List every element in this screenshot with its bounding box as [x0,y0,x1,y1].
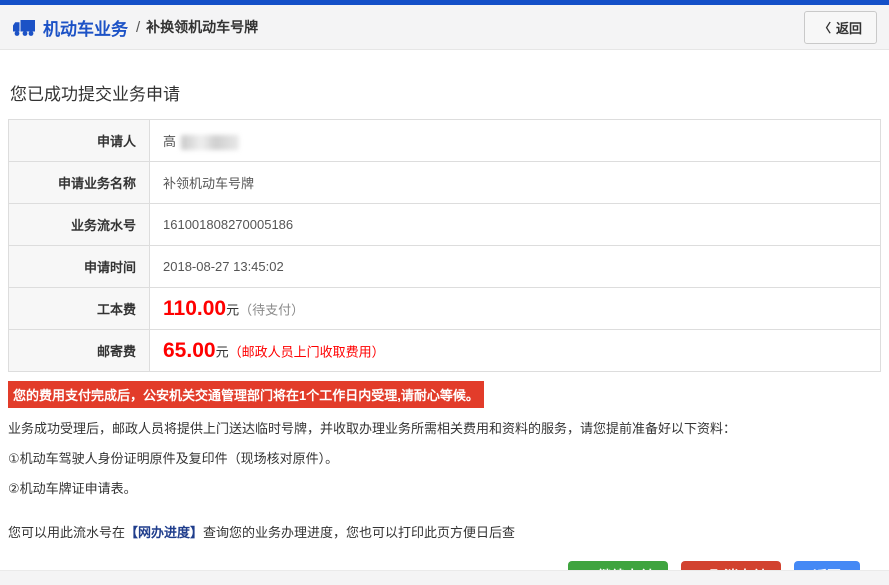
requirement-item-1: ①机动车驾驶人身份证明原件及复印件（现场核对原件）。 [8,444,881,474]
table-row-apply-time: 申请时间 2018-08-27 13:45:02 [9,246,881,288]
fee-unit: 元 [226,302,239,317]
name-redaction-blur [181,135,239,150]
truck-icon [12,18,36,37]
row-value: 161001808270005186 [150,204,881,246]
section-title: 机动车业务 [43,15,128,40]
row-value: 高 [150,120,881,162]
fee-unit: 元 [216,344,229,359]
page-header: 机动车业务 / 补换领机动车号牌 〈 返回 [0,5,889,50]
back-button-label: 返回 [836,18,862,37]
requirement-item-2: ②机动车牌证申请表。 [8,474,881,504]
table-row-business-name: 申请业务名称 补领机动车号牌 [9,162,881,204]
fee-note: （待支付） [239,302,304,317]
applicant-name: 高 [163,134,176,149]
row-label: 业务流水号 [9,204,150,246]
progress-link[interactable]: 【网办进度】 [125,525,203,540]
notice-banner: 您的费用支付完成后，公安机关交通管理部门将在1个工作日内受理,请耐心等候。 [8,381,484,408]
fee-note: （邮政人员上门收取费用） [229,344,385,359]
row-value: 2018-08-27 13:45:02 [150,246,881,288]
progress-text-prefix: 您可以用此流水号在 [8,525,125,540]
breadcrumb-current: 补换领机动车号牌 [146,17,258,37]
application-info-table: 申请人 高 申请业务名称 补领机动车号牌 业务流水号 1610018082700… [8,119,881,372]
intro-paragraph: 业务成功受理后，邮政人员将提供上门送达临时号牌，并收取办理业务所需相关费用和资料… [8,414,881,444]
row-label: 工本费 [9,288,150,330]
fee-amount: 110.00 [163,297,226,320]
back-button[interactable]: 〈 返回 [804,11,877,44]
page: 机动车业务 / 补换领机动车号牌 〈 返回 您已成功提交业务申请 申请人 高 申… [0,0,889,585]
chevron-left-icon: 〈 [819,19,831,36]
row-label: 申请时间 [9,246,150,288]
breadcrumb-separator: / [136,19,140,36]
table-row-postage-fee: 邮寄费 65.00元（邮政人员上门收取费用） [9,330,881,372]
row-value: 65.00元（邮政人员上门收取费用） [150,330,881,372]
row-value: 110.00元（待支付） [150,288,881,330]
row-label: 邮寄费 [9,330,150,372]
table-row-serial-number: 业务流水号 161001808270005186 [9,204,881,246]
progress-text-suffix: 查询您的业务办理进度，您也可以打印此页方便日后查 [203,525,515,540]
page-title: 您已成功提交业务申请 [10,80,879,105]
row-value: 补领机动车号牌 [150,162,881,204]
fee-amount: 65.00 [163,339,216,362]
bottom-strip [0,570,889,585]
row-label: 申请业务名称 [9,162,150,204]
progress-paragraph: 您可以用此流水号在【网办进度】查询您的业务办理进度，您也可以打印此页方便日后查 [8,518,881,548]
row-label: 申请人 [9,120,150,162]
table-row-production-fee: 工本费 110.00元（待支付） [9,288,881,330]
main-content: 您已成功提交业务申请 申请人 高 申请业务名称 补领机动车号牌 业务流水号 16… [0,80,889,585]
table-row-applicant: 申请人 高 [9,120,881,162]
